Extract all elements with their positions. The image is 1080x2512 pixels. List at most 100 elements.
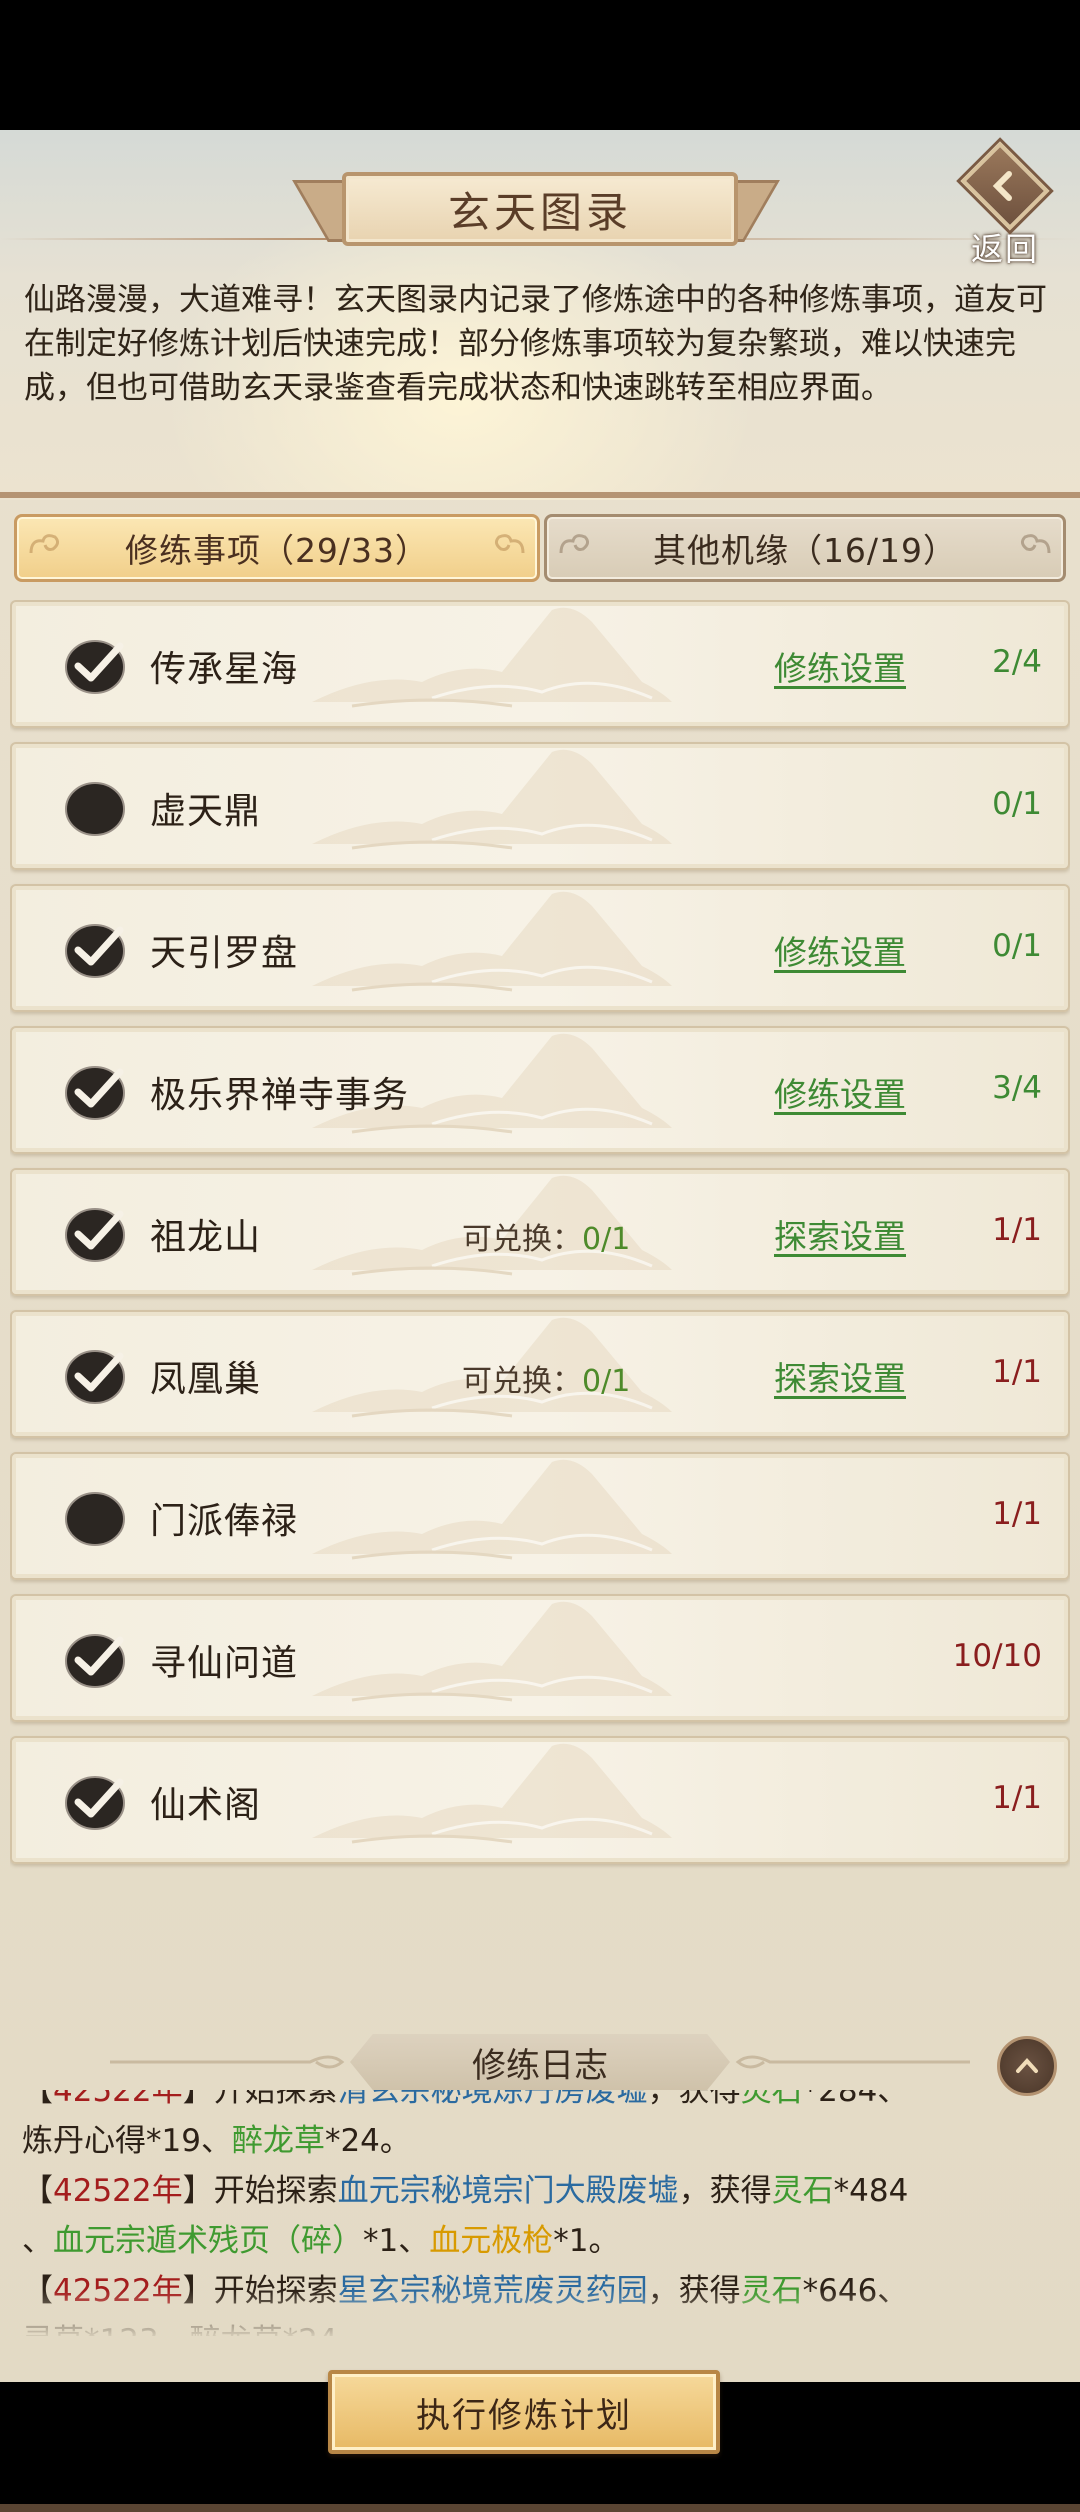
list-item[interactable]: 天引罗盘 修练设置 0/1 [10, 884, 1070, 1012]
progress-count: 1/1 [992, 1780, 1042, 1816]
check-icon [65, 924, 125, 978]
tab-other-opportunities[interactable]: 其他机缘（16/19） [544, 514, 1066, 582]
list-item[interactable]: 虚天鼎 0/1 [10, 742, 1070, 870]
back-button[interactable]: 返回 [955, 141, 1055, 270]
exchange-label: 可兑换： [462, 1364, 582, 1399]
tab-cultivation-items[interactable]: 修练事项（29/33） [14, 514, 540, 582]
log-line: 、血元宗遁术残页（碎）*1、血元极枪*1。 [22, 2218, 1062, 2264]
log-fragment: *24。 [324, 2123, 411, 2159]
log-fragment: 清玄宗秘境炼丹房废墟 [337, 2090, 648, 2109]
log-fragment: 血元宗遁术残页（碎） [53, 2223, 363, 2259]
screen: 玄天图录 返回 仙路漫漫，大道难寻！玄天图录内记录了修炼途中的各种修炼事项，道友… [0, 130, 1080, 2512]
list-item[interactable]: 门派俸禄 1/1 [10, 1452, 1070, 1580]
chevron-up-icon [1016, 2058, 1038, 2073]
list-item[interactable]: 凤凰巢 可兑换：0/1 探索设置 1/1 [10, 1310, 1070, 1438]
settings-link[interactable]: 探索设置 [774, 1352, 906, 1400]
back-label: 返回 [970, 230, 1039, 268]
log-fragment: 【 [22, 2090, 53, 2109]
exchange-info: 可兑换：0/1 [462, 1356, 630, 1400]
cloud-ornament-icon [29, 534, 60, 554]
log-fragment: 42522年 [53, 2173, 183, 2209]
check-icon [65, 1776, 125, 1830]
check-icon [65, 1350, 125, 1404]
item-name: 门派俸禄 [150, 1501, 299, 1542]
progress-count: 0/1 [992, 928, 1042, 964]
log-fragment: *1。 [553, 2223, 620, 2259]
progress-count: 1/1 [992, 1354, 1042, 1390]
list-item[interactable]: 极乐界禅寺事务 修练设置 3/4 [10, 1026, 1070, 1154]
mountain-decoration [312, 1743, 672, 1844]
exchange-value: 0/1 [582, 1364, 631, 1399]
collapse-log-button[interactable] [997, 2036, 1057, 2096]
intro-text: 仙路漫漫，大道难寻！玄天图录内记录了修炼途中的各种修炼事项，道友可在制定好修炼计… [24, 282, 1047, 406]
list-item[interactable]: 仙术阁 1/1 [10, 1736, 1070, 1864]
log-fragment: 、 [22, 2223, 53, 2259]
exchange-label: 可兑换： [462, 1222, 582, 1257]
item-name: 凤凰巢 [150, 1359, 262, 1400]
settings-link[interactable]: 修练设置 [774, 642, 906, 690]
mountain-decoration [312, 749, 672, 850]
execute-plan-button[interactable]: 执行修炼计划 [328, 2370, 720, 2454]
log-fragment: 炼丹心得*19、 [22, 2123, 232, 2159]
header: 玄天图录 返回 仙路漫漫，大道难寻！玄天图录内记录了修炼途中的各种修炼事项，道友… [0, 130, 1080, 500]
check-icon [65, 1066, 125, 1120]
list-item[interactable]: 祖龙山 可兑换：0/1 探索设置 1/1 [10, 1168, 1070, 1296]
bottom-border [0, 2504, 1080, 2512]
log-fragment: 灵石 [771, 2173, 834, 2209]
progress-count: 0/1 [992, 786, 1042, 822]
progress-count: 10/10 [952, 1638, 1042, 1674]
log-fragment: 【 [22, 2173, 53, 2209]
list-item[interactable]: 传承星海 修练设置 2/4 [10, 600, 1070, 728]
log-fragment: *1、 [363, 2223, 430, 2259]
cultivation-list[interactable]: 传承星海 修练设置 2/4 虚天鼎 0/1 天引罗盘 修练设置 0/1 极乐界禅寺事务 修练设置 3… [10, 600, 1070, 2020]
back-arrow-icon [960, 141, 1050, 231]
cloud-ornament-icon [494, 534, 525, 554]
settings-link[interactable]: 探索设置 [774, 1210, 906, 1258]
log-fragment: 血元宗秘境宗门大殿废墟 [337, 2173, 679, 2209]
progress-count: 1/1 [992, 1496, 1042, 1532]
progress-count: 3/4 [992, 1070, 1042, 1106]
item-name: 传承星海 [150, 649, 299, 690]
cloud-ornament-icon [1020, 534, 1051, 554]
item-name: 祖龙山 [150, 1217, 262, 1258]
check-icon [65, 1208, 125, 1262]
log-line: 炼丹心得*19、醉龙草*24。 [22, 2118, 1062, 2164]
item-name: 寻仙问道 [150, 1643, 299, 1684]
exchange-info: 可兑换：0/1 [462, 1214, 630, 1258]
mountain-decoration [312, 1459, 672, 1560]
log-fragment: 灵石 [740, 2090, 803, 2109]
log-fragment: 醉龙草 [231, 2123, 325, 2159]
mountain-decoration [312, 1601, 672, 1702]
list-item[interactable]: 寻仙问道 10/10 [10, 1594, 1070, 1722]
check-icon [65, 640, 125, 694]
empty-circle-icon [65, 782, 125, 836]
log-fragment: *284、 [802, 2090, 909, 2109]
item-name: 虚天鼎 [150, 791, 262, 832]
mountain-decoration [312, 607, 672, 708]
settings-link[interactable]: 修练设置 [774, 1068, 906, 1116]
log-fragment: ，获得 [647, 2090, 741, 2109]
mountain-decoration [312, 891, 672, 992]
header-bottom-border [0, 492, 1080, 498]
log-fragment: *484 [833, 2173, 909, 2209]
tab-label: 其他机缘（16/19） [652, 531, 958, 570]
exchange-value: 0/1 [582, 1222, 631, 1257]
log-fragment: 】开始探索 [182, 2090, 338, 2109]
title-plate: 玄天图录 [292, 172, 780, 246]
item-name: 极乐界禅寺事务 [150, 1075, 410, 1116]
log-fade [0, 2290, 1080, 2340]
empty-circle-icon [65, 1492, 125, 1546]
log-header: 修练日志 [0, 2030, 1080, 2090]
progress-count: 1/1 [992, 1212, 1042, 1248]
progress-count: 2/4 [992, 644, 1042, 680]
log-fragment: ，获得 [678, 2173, 772, 2209]
settings-link[interactable]: 修练设置 [774, 926, 906, 974]
log-title: 修练日志 [350, 2034, 730, 2090]
tab-label: 修练事项（29/33） [124, 531, 430, 570]
log-fragment: 42522年 [53, 2090, 183, 2109]
cloud-ornament-icon [110, 2055, 345, 2069]
log-line: 【42522年】开始探索血元宗秘境宗门大殿废墟，获得灵石*484 [22, 2168, 1062, 2214]
cloud-ornament-icon [735, 2055, 970, 2069]
item-name: 仙术阁 [150, 1785, 262, 1826]
log-fragment: 血元极枪 [429, 2223, 554, 2259]
